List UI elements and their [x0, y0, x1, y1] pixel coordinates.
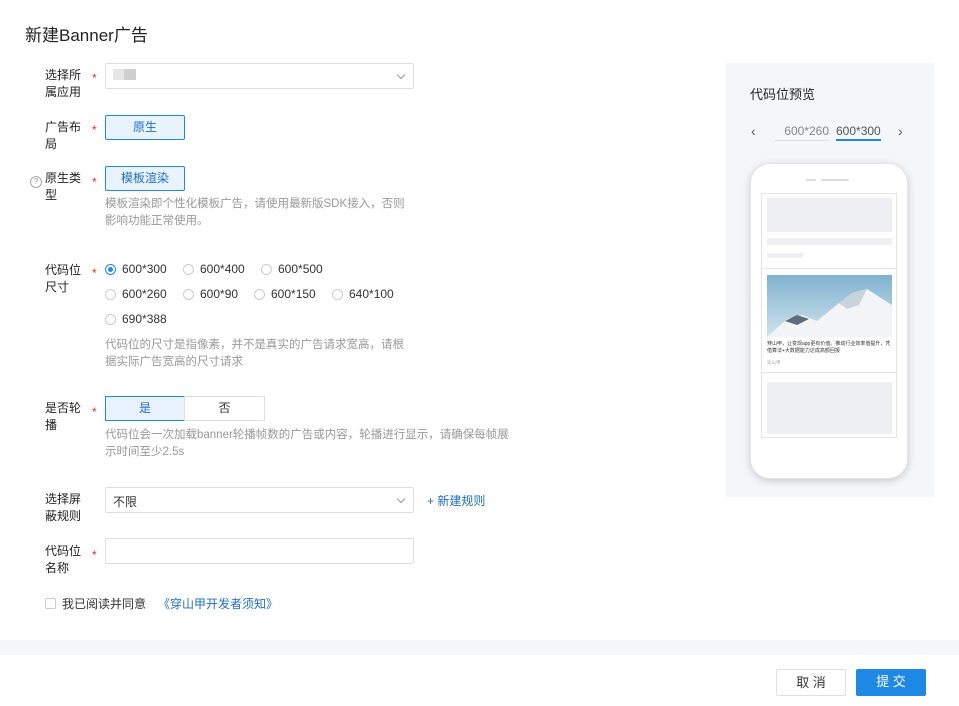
- radio-icon: [183, 288, 194, 300]
- size-radio-640-100[interactable]: 640*100: [332, 287, 394, 301]
- preview-next-arrow[interactable]: ›: [898, 123, 903, 139]
- radio-icon: [105, 313, 116, 325]
- size-radio-600-500[interactable]: 600*500: [261, 262, 323, 276]
- radio-icon: [183, 263, 194, 275]
- preview-title: 代码位预览: [750, 87, 816, 102]
- ad-source: 穿山甲: [767, 360, 781, 365]
- required-mark: *: [92, 405, 97, 419]
- carousel-label: 是否轮播: [45, 401, 82, 432]
- radio-icon: [105, 288, 116, 300]
- agree-checkbox[interactable]: [45, 598, 56, 609]
- carousel-hint: 代码位会一次加载banner轮播帧数的广告或内容，轮播进行显示，请确保每帧展示时…: [105, 429, 509, 458]
- required-mark: *: [92, 71, 97, 85]
- placeholder-block: [767, 198, 892, 232]
- agree-text: 我已阅读并同意: [62, 597, 147, 611]
- divider: [762, 268, 896, 269]
- phone-speaker: [821, 179, 849, 181]
- chevron-down-icon: [396, 70, 406, 80]
- cancel-button[interactable]: 取 消: [776, 669, 846, 696]
- slot-name-label: 代码位名称: [45, 544, 82, 575]
- carousel-no-option[interactable]: 否: [184, 396, 265, 421]
- layout-label: 广告布局: [45, 120, 82, 151]
- app-icon: [113, 69, 124, 80]
- layout-native-option[interactable]: 原生: [105, 115, 185, 140]
- size-radio-600-300[interactable]: 600*300: [105, 262, 167, 276]
- radio-icon: [332, 288, 343, 300]
- carousel-yes-option[interactable]: 是: [105, 396, 185, 421]
- size-radio-600-90[interactable]: 600*90: [183, 287, 238, 301]
- radio-icon: [261, 263, 272, 275]
- size-radio-600-260[interactable]: 600*260: [105, 287, 167, 301]
- divider: [762, 372, 896, 373]
- size-radio-690-388[interactable]: 690*388: [105, 312, 167, 326]
- size-radio-600-150[interactable]: 600*150: [254, 287, 316, 301]
- developer-terms-link[interactable]: 《穿山甲开发者须知》: [158, 595, 278, 612]
- slot-name-input[interactable]: [105, 538, 414, 564]
- footer-separator: [0, 640, 959, 655]
- preview-tab[interactable]: 600*260: [775, 124, 829, 141]
- radio-icon: [254, 288, 265, 300]
- required-mark: *: [92, 175, 97, 189]
- block-rule-select[interactable]: 不限: [105, 487, 414, 513]
- block-rule-value: 不限: [113, 495, 138, 509]
- native-template-option[interactable]: 模板渲染: [105, 166, 185, 191]
- required-mark: *: [92, 266, 97, 280]
- help-icon[interactable]: ?: [30, 176, 42, 188]
- size-hint: 代码位的尺寸是指像素，并不是真实的广告请求宽高，请根据实际广告宽高的尺寸请求: [105, 339, 404, 368]
- block-rule-label: 选择屏蔽规则: [45, 492, 82, 523]
- app-icon: [124, 69, 136, 80]
- native-type-hint: 模板渲染即个性化模板广告，请使用最新版SDK接入，否则影响功能正常使用。: [105, 198, 405, 227]
- placeholder-line: [767, 238, 892, 245]
- placeholder-block: [767, 382, 892, 434]
- ad-text: 穿山甲，让变现app更有价值。推动行业效率值提升，凭借算法+大数据能力达成高额回…: [767, 341, 891, 354]
- placeholder-line: [767, 253, 803, 258]
- preview-prev-arrow[interactable]: ‹: [751, 123, 756, 139]
- native-type-label: 原生类型: [45, 171, 82, 202]
- app-select[interactable]: [105, 63, 414, 89]
- chevron-down-icon: [396, 494, 406, 504]
- app-label: 选择所属应用: [45, 68, 82, 99]
- preview-tab-active[interactable]: 600*300: [836, 124, 881, 141]
- size-radio-600-400[interactable]: 600*400: [183, 262, 245, 276]
- required-mark: *: [92, 548, 97, 562]
- new-rule-link[interactable]: + 新建规则: [427, 492, 485, 509]
- page-title: 新建Banner广告: [25, 26, 148, 45]
- required-mark: *: [92, 123, 97, 137]
- size-label: 代码位尺寸: [45, 263, 82, 294]
- submit-button[interactable]: 提 交: [856, 669, 926, 696]
- ad-image: [767, 275, 892, 337]
- radio-checked-icon: [105, 263, 116, 275]
- phone-camera: [806, 179, 816, 181]
